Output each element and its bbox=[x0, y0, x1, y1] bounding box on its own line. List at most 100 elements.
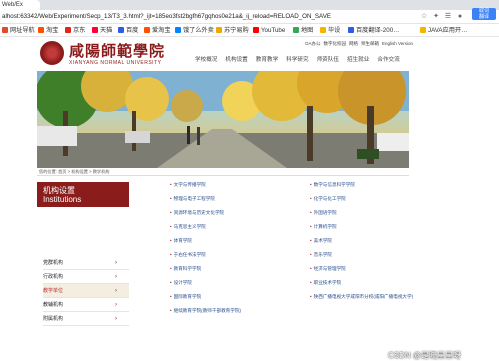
unit-link[interactable]: 化学与化工学院 bbox=[310, 196, 346, 202]
bookmark-item[interactable]: 爱淘宝 bbox=[144, 26, 171, 35]
unit-link[interactable]: 于右任书法学院 bbox=[170, 252, 206, 258]
unit-link[interactable]: 外国语学院 bbox=[310, 210, 337, 216]
university-seal-icon[interactable] bbox=[40, 41, 64, 65]
chevron-right-icon: › bbox=[115, 316, 117, 322]
bookmark-item[interactable]: 毕设 bbox=[320, 26, 340, 35]
profile-icon[interactable]: ● bbox=[456, 13, 464, 21]
unit-link[interactable]: 文学与传播学院 bbox=[170, 182, 206, 188]
top-link[interactable]: 网络 bbox=[349, 41, 358, 46]
sidebar: 机构设置 Institutions 党群机构 › 行政机构 › 教学单位 › 教辅机构… bbox=[37, 182, 129, 330]
logo-chinese[interactable]: 咸陽師範學院 bbox=[69, 40, 165, 61]
unit-link[interactable]: 设计学院 bbox=[170, 280, 192, 286]
unit-link[interactable]: 国际教育学院 bbox=[170, 294, 202, 300]
sidebar-item-party[interactable]: 党群机构 › bbox=[43, 256, 129, 270]
bookmark-favicon-icon bbox=[420, 27, 426, 33]
bookmark-item[interactable]: 苏宁易购 bbox=[216, 26, 249, 35]
chevron-right-icon: › bbox=[115, 260, 117, 266]
site-header: 咸陽師範學院 XIANYANG NORMAL UNIVERSITY OA办公 数字… bbox=[37, 37, 413, 69]
sidebar-subtitle: Institutions bbox=[43, 195, 82, 204]
bookmark-label: 百度 bbox=[126, 27, 139, 34]
url-text[interactable]: alhost:63342/Web/Experiment/Secp_13/T3_3… bbox=[2, 12, 331, 22]
bookmark-favicon-icon bbox=[348, 27, 354, 33]
translate-extension-button[interactable]: 取词 翻译 bbox=[472, 8, 496, 20]
bookmark-label: 饿了么外卖 bbox=[183, 27, 214, 34]
unit-link[interactable]: 继续教育学院(教师干部教育学院) bbox=[170, 308, 241, 314]
nav-item[interactable]: 师资队伍 bbox=[317, 55, 339, 63]
unit-link[interactable]: 教育科学学院 bbox=[170, 266, 202, 272]
bookmark-item[interactable]: 京东 bbox=[65, 26, 85, 35]
unit-link[interactable]: 职业技术学院 bbox=[310, 280, 342, 286]
breadcrumb: 您的位置: 首页 > 机构设置 > 教学机构 bbox=[39, 169, 110, 174]
bookmark-favicon-icon bbox=[253, 27, 259, 33]
reader-icon[interactable]: ☰ bbox=[444, 13, 452, 21]
top-link[interactable]: 数字化校园 bbox=[324, 41, 347, 46]
bookmark-label: YouTube bbox=[261, 27, 286, 34]
top-link[interactable]: OA办公 bbox=[305, 41, 321, 46]
bookmark-favicon-icon bbox=[293, 27, 299, 33]
unit-link[interactable]: 陕西广播电视大学咸阳市分校(咸阳广播电视大学) bbox=[310, 294, 414, 300]
bookmark-item[interactable]: JAVA应用开… bbox=[420, 26, 467, 35]
bookmark-item[interactable]: 网址导航 bbox=[2, 26, 35, 35]
unit-link[interactable]: 音乐学院 bbox=[310, 252, 332, 258]
sidebar-item-label: 行政机构 bbox=[43, 274, 64, 280]
nav-item[interactable]: 科学研究 bbox=[286, 55, 308, 63]
sidebar-header: 机构设置 Institutions bbox=[37, 182, 129, 207]
bookmark-item[interactable]: 淘宝 bbox=[38, 26, 58, 35]
unit-link[interactable]: 计算机学院 bbox=[310, 224, 337, 230]
bookmark-label: 天猫 bbox=[100, 27, 113, 34]
unit-link[interactable]: 体育学院 bbox=[170, 238, 192, 244]
bookmark-item[interactable]: 天猫 bbox=[92, 26, 112, 35]
browser-tab[interactable]: Web/Ex bbox=[0, 0, 40, 10]
bookmark-favicon-icon bbox=[118, 27, 124, 33]
unit-link[interactable]: 资源环境与历史文化学院 bbox=[170, 210, 225, 216]
bookmark-item[interactable]: 百度翻译-200… bbox=[348, 26, 399, 35]
bookmark-label: 百度翻译-200… bbox=[356, 27, 400, 34]
bookmark-favicon-icon bbox=[175, 27, 181, 33]
nav-item[interactable]: 学校概况 bbox=[195, 55, 217, 63]
sidebar-item-teaching[interactable]: 教学单位 › bbox=[43, 284, 129, 298]
bookmark-favicon-icon bbox=[144, 27, 150, 33]
bookmark-favicon-icon bbox=[216, 27, 222, 33]
nav-item[interactable]: 教育教学 bbox=[256, 55, 278, 63]
chevron-right-icon: › bbox=[115, 274, 117, 280]
star-icon[interactable]: ☆ bbox=[420, 13, 428, 21]
main-nav: 学校概况 机构设置 教育教学 科学研究 师资队伍 招生就业 合作交流 bbox=[195, 55, 408, 63]
nav-item[interactable]: 合作交流 bbox=[377, 55, 399, 63]
browser-tab-bar: Web/Ex bbox=[0, 0, 499, 10]
unit-link[interactable]: 物理与电子工程学院 bbox=[170, 196, 215, 202]
sidebar-item-affiliated[interactable]: 附属机构 › bbox=[43, 312, 129, 326]
web-page: 咸陽師範學院 XIANYANG NORMAL UNIVERSITY OA办公 数字… bbox=[0, 37, 499, 360]
extension-icon[interactable]: ✦ bbox=[432, 13, 440, 21]
sidebar-item-label: 教辅机构 bbox=[43, 302, 64, 308]
unit-link[interactable]: 马克思主义学院 bbox=[170, 224, 206, 230]
sidebar-item-admin[interactable]: 行政机构 › bbox=[43, 270, 129, 284]
bookmark-favicon-icon bbox=[92, 27, 98, 33]
bookmark-item[interactable]: 百度 bbox=[118, 26, 138, 35]
sidebar-item-auxiliary[interactable]: 教辅机构 › bbox=[43, 298, 129, 312]
nav-item[interactable]: 招生就业 bbox=[347, 55, 369, 63]
bookmarks-bar: 网址导航 淘宝 京东 天猫 百度 爱淘宝 饿了么外卖 苏宁易购 YouTube … bbox=[0, 24, 499, 37]
chevron-right-icon: › bbox=[115, 288, 117, 294]
bookmark-item[interactable]: 饿了么外卖 bbox=[175, 26, 214, 35]
chevron-right-icon: › bbox=[115, 302, 117, 308]
top-link[interactable]: English Version bbox=[382, 41, 413, 46]
bookmark-label: 毕设 bbox=[328, 27, 341, 34]
top-link[interactable]: 师生邮箱 bbox=[361, 41, 379, 46]
unit-link[interactable]: 数学与信息科学学院 bbox=[310, 182, 355, 188]
bookmark-label: JAVA应用开… bbox=[428, 27, 468, 34]
bookmark-label: 地图 bbox=[301, 27, 314, 34]
sidebar-item-label: 党群机构 bbox=[43, 260, 64, 266]
bookmark-label: 爱淘宝 bbox=[152, 27, 171, 34]
address-bar[interactable]: alhost:63342/Web/Experiment/Secp_13/T3_3… bbox=[0, 10, 499, 24]
bookmark-favicon-icon bbox=[38, 27, 44, 33]
unit-link[interactable]: 经济与管理学院 bbox=[310, 266, 346, 272]
bookmark-label: 京东 bbox=[73, 27, 86, 34]
bookmark-item[interactable]: YouTube bbox=[253, 26, 285, 35]
tab-title: Web/Ex bbox=[2, 2, 23, 8]
csdn-watermark: CSDN @是晓星星呀 bbox=[388, 351, 462, 360]
logo-english: XIANYANG NORMAL UNIVERSITY bbox=[69, 60, 162, 66]
bookmark-item[interactable]: 地图 bbox=[293, 26, 313, 35]
nav-item[interactable]: 机构设置 bbox=[225, 55, 247, 63]
bookmark-favicon-icon bbox=[320, 27, 326, 33]
unit-link[interactable]: 美术学院 bbox=[310, 238, 332, 244]
